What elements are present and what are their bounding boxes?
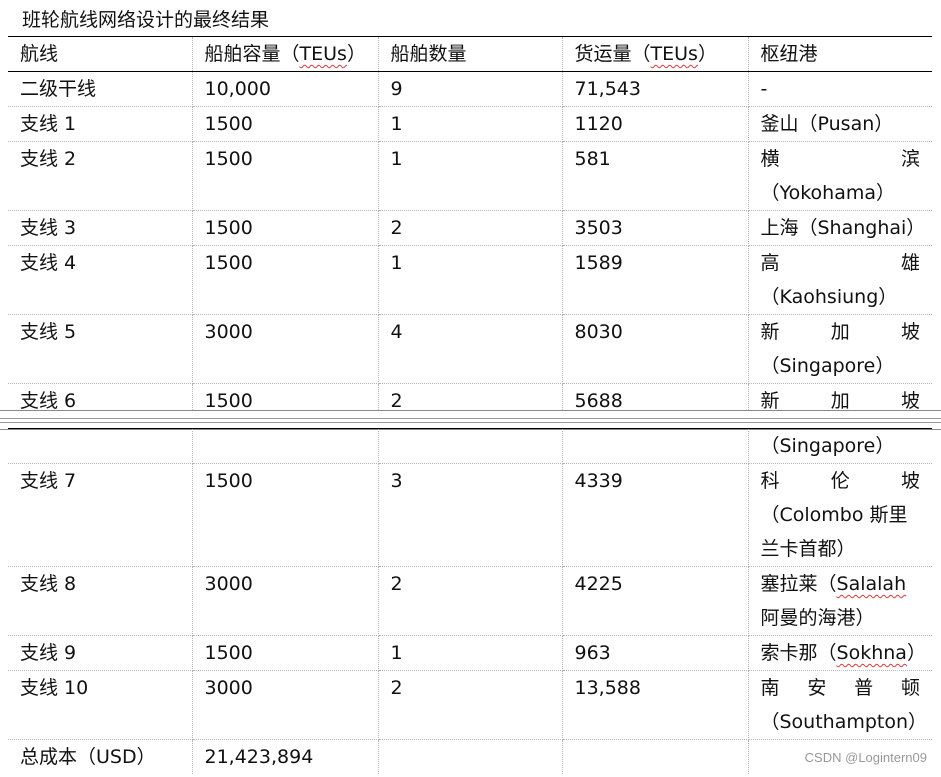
route-cell <box>8 428 193 464</box>
route-cell: 支线 5 <box>8 314 193 384</box>
hub-line-1: 塞拉莱（Salalah <box>760 573 907 595</box>
volume-cell: 963 <box>561 635 749 671</box>
route-cell: 支线 10 <box>8 670 193 740</box>
ship-count-cell: 2 <box>377 566 563 636</box>
capacity-cell: 1500 <box>191 210 379 246</box>
table-row-continued: （Singapore） <box>8 428 932 464</box>
capacity-cell: 3000 <box>191 670 379 740</box>
route-cell: 支线 8 <box>8 566 193 636</box>
capacity-cell <box>191 428 379 464</box>
ship-count-cell: 1 <box>377 141 563 211</box>
hub-cell: 南安普顿 （Southampton） <box>747 670 932 740</box>
hub-line-2: （Southampton） <box>760 711 928 733</box>
volume-cell: 4225 <box>561 566 749 636</box>
hub-line-2: （Colombo 斯里 <box>760 504 908 526</box>
hub-line-2: 阿曼的海港） <box>760 607 875 629</box>
hub-justified-line: 高雄 <box>760 252 921 274</box>
ship-count-cell: 2 <box>377 210 563 246</box>
header-volume: 货运量（TEUs） <box>561 36 749 72</box>
table-row: 支线 9 1500 1 963 索卡那（Sokhna） <box>8 635 932 671</box>
route-cell: 支线 1 <box>8 106 193 142</box>
capacity-cell: 3000 <box>191 314 379 384</box>
capacity-cell: 1500 <box>191 463 379 567</box>
ship-count-cell: 1 <box>377 245 563 315</box>
hub-cell: 横滨 （Yokohama） <box>747 141 932 211</box>
route-cell: 二级干线 <box>8 71 193 107</box>
ship-count-cell: 2 <box>377 670 563 740</box>
capacity-cell: 3000 <box>191 566 379 636</box>
hub-cell: （Singapore） <box>747 428 932 464</box>
ship-count-cell: 1 <box>377 635 563 671</box>
volume-cell: 13,588 <box>561 670 749 740</box>
table-row: 支线 10 3000 2 13,588 南安普顿 （Southampton） <box>8 670 932 740</box>
table-row: 支线 2 1500 1 581 横滨 （Yokohama） <box>8 141 932 211</box>
hub-justified-line: 新加坡 <box>760 321 920 343</box>
volume-cell: 581 <box>561 141 749 211</box>
ship-count-cell <box>377 428 563 464</box>
hub-cell: 高雄 （Kaohsiung） <box>747 245 932 315</box>
hub-justified-line: 横滨 <box>760 148 921 170</box>
table-row: 支线 4 1500 1 1589 高雄 （Kaohsiung） <box>8 245 932 315</box>
table-row: 支线 1 1500 1 1120 釜山（Pusan） <box>8 106 932 142</box>
page-break-separator <box>0 410 941 430</box>
hub-line-3: 兰卡首都） <box>760 538 856 560</box>
hub-cell: 塞拉莱（Salalah 阿曼的海港） <box>747 566 932 636</box>
volume-cell: 71,543 <box>561 71 749 107</box>
ship-count-cell: 1 <box>377 106 563 142</box>
hub-line-2: （Singapore） <box>760 355 895 377</box>
volume-cell: 3503 <box>561 210 749 246</box>
route-cell: 支线 2 <box>8 141 193 211</box>
volume-cell: 1589 <box>561 245 749 315</box>
route-cell: 支线 9 <box>8 635 193 671</box>
total-row: 总成本（USD） 21,423,894 <box>8 739 932 774</box>
ship-count-cell: 9 <box>377 71 563 107</box>
hub-cell: - <box>747 71 932 107</box>
route-cell: 支线 3 <box>8 210 193 246</box>
table-row: 二级干线 10,000 9 71,543 - <box>8 71 932 107</box>
table-row: 支线 5 3000 4 8030 新加坡 （Singapore） <box>8 314 932 384</box>
hub-line-2: （Yokohama） <box>760 182 896 204</box>
total-value: 21,423,894 <box>191 739 379 774</box>
hub-justified-line: 科伦坡 <box>760 470 920 492</box>
header-ship-count: 船舶数量 <box>377 36 563 72</box>
table-header-row: 航线 船舶容量（TEUs） 船舶数量 货运量（TEUs） 枢纽港 <box>8 36 932 72</box>
capacity-cell: 1500 <box>191 106 379 142</box>
header-capacity: 船舶容量（TEUs） <box>191 36 379 72</box>
hub-cell: 新加坡 （Singapore） <box>747 314 932 384</box>
header-route: 航线 <box>8 36 193 72</box>
table-row: 支线 8 3000 2 4225 塞拉莱（Salalah 阿曼的海港） <box>8 566 932 636</box>
ship-count-cell: 3 <box>377 463 563 567</box>
table-caption: 班轮航线网络设计的最终结果 <box>22 9 270 31</box>
volume-cell: 1120 <box>561 106 749 142</box>
hub-cell: 科伦坡 （Colombo 斯里 兰卡首都） <box>747 463 932 567</box>
ship-count-cell: 4 <box>377 314 563 384</box>
capacity-cell: 1500 <box>191 245 379 315</box>
volume-cell: 4339 <box>561 463 749 567</box>
volume-cell <box>561 428 749 464</box>
empty-cell <box>561 739 749 774</box>
empty-cell <box>377 739 563 774</box>
volume-cell: 8030 <box>561 314 749 384</box>
hub-cell: 索卡那（Sokhna） <box>747 635 932 671</box>
watermark: CSDN @Logintern09 <box>804 750 927 765</box>
capacity-cell: 10,000 <box>191 71 379 107</box>
total-label: 总成本（USD） <box>8 739 193 774</box>
table-row: 支线 7 1500 3 4339 科伦坡 （Colombo 斯里 兰卡首都） <box>8 463 932 567</box>
hub-line-2: （Kaohsiung） <box>760 286 898 308</box>
capacity-cell: 1500 <box>191 141 379 211</box>
header-hub: 枢纽港 <box>747 36 932 72</box>
table-row: 支线 3 1500 2 3503 上海（Shanghai） <box>8 210 932 246</box>
results-table-page-2: （Singapore） 支线 7 1500 3 4339 科伦坡 （Colomb… <box>8 428 932 774</box>
route-cell: 支线 7 <box>8 463 193 567</box>
hub-cell: 上海（Shanghai） <box>747 210 932 246</box>
results-table-page-1: 航线 船舶容量（TEUs） 船舶数量 货运量（TEUs） 枢纽港 二级干线 10… <box>8 36 932 419</box>
hub-cell: 釜山（Pusan） <box>747 106 932 142</box>
route-cell: 支线 4 <box>8 245 193 315</box>
hub-justified-line: 南安普顿 <box>760 677 921 699</box>
capacity-cell: 1500 <box>191 635 379 671</box>
